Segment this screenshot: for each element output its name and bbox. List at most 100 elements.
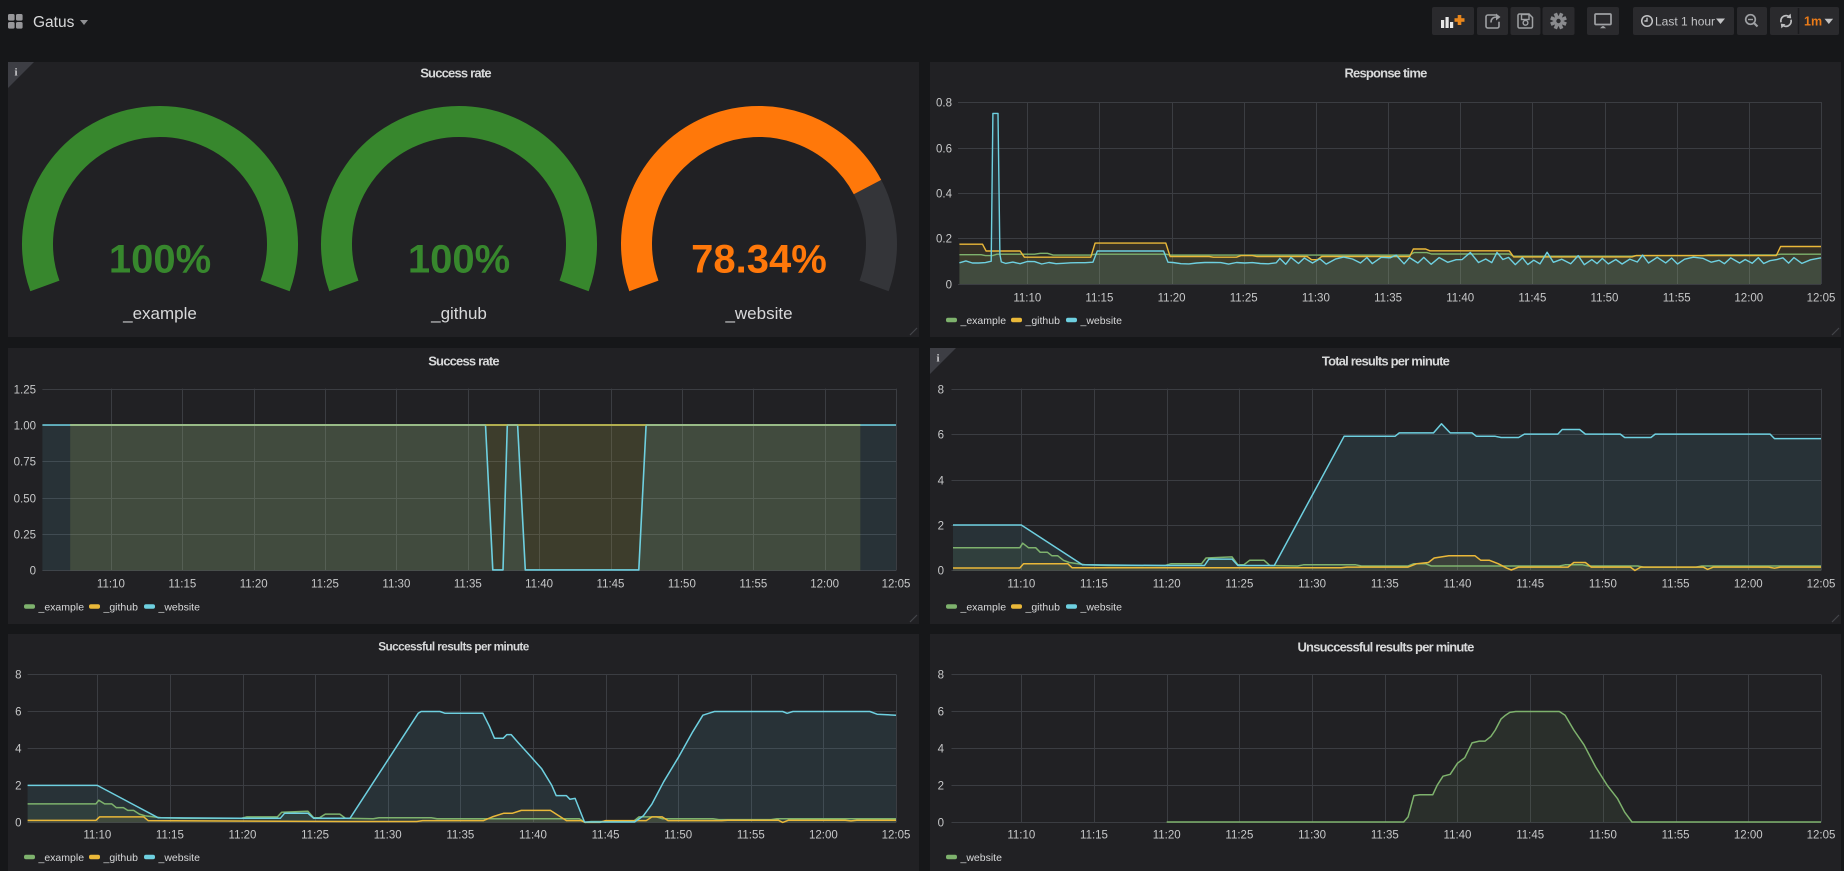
- svg-text:_github: _github: [430, 304, 487, 323]
- svg-text:0.6: 0.6: [936, 144, 952, 156]
- svg-text:11:55: 11:55: [1662, 579, 1690, 591]
- svg-text:_github: _github: [1025, 315, 1061, 327]
- svg-text:11:20: 11:20: [1158, 293, 1186, 305]
- svg-text:12:05: 12:05: [1807, 293, 1836, 305]
- svg-text:11:15: 11:15: [156, 830, 184, 842]
- svg-text:Total results per minute: Total results per minute: [1322, 354, 1450, 369]
- svg-text:12:00: 12:00: [1734, 579, 1763, 591]
- svg-text:1.00: 1.00: [14, 421, 36, 433]
- svg-text:12:00: 12:00: [1734, 293, 1763, 305]
- svg-text:12:00: 12:00: [1734, 830, 1763, 842]
- svg-text:0.25: 0.25: [14, 530, 36, 542]
- svg-text:1m: 1m: [1804, 15, 1822, 29]
- svg-text:11:40: 11:40: [1446, 293, 1474, 305]
- svg-text:0: 0: [938, 818, 944, 830]
- svg-text:11:30: 11:30: [1298, 830, 1326, 842]
- svg-text:12:05: 12:05: [1807, 579, 1836, 591]
- svg-text:_website: _website: [158, 852, 201, 864]
- svg-text:11:50: 11:50: [1589, 579, 1617, 591]
- svg-text:Success rate: Success rate: [428, 354, 499, 369]
- svg-text:8: 8: [938, 670, 944, 682]
- svg-text:11:30: 11:30: [1302, 293, 1330, 305]
- svg-text:11:25: 11:25: [1225, 830, 1253, 842]
- svg-text:11:35: 11:35: [446, 830, 474, 842]
- svg-text:11:35: 11:35: [1374, 293, 1402, 305]
- svg-text:11:10: 11:10: [1007, 579, 1035, 591]
- svg-text:_github: _github: [1025, 602, 1061, 614]
- svg-text:11:25: 11:25: [301, 830, 329, 842]
- svg-text:0: 0: [15, 818, 21, 830]
- svg-text:11:40: 11:40: [1444, 830, 1472, 842]
- svg-text:11:45: 11:45: [597, 579, 625, 591]
- svg-text:0.8: 0.8: [936, 98, 952, 110]
- svg-text:_example: _example: [122, 304, 197, 323]
- svg-text:11:20: 11:20: [1153, 830, 1181, 842]
- svg-text:6: 6: [15, 707, 21, 719]
- svg-text:0.50: 0.50: [14, 494, 36, 506]
- svg-text:11:50: 11:50: [1591, 293, 1619, 305]
- svg-text:_example: _example: [38, 602, 85, 614]
- svg-text:11:40: 11:40: [519, 830, 547, 842]
- svg-text:11:25: 11:25: [1230, 293, 1258, 305]
- svg-text:11:40: 11:40: [1444, 579, 1472, 591]
- svg-text:0: 0: [946, 280, 952, 292]
- svg-text:_website: _website: [724, 304, 792, 323]
- svg-text:Response time: Response time: [1344, 66, 1427, 81]
- svg-text:2: 2: [938, 781, 944, 793]
- svg-text:11:55: 11:55: [1662, 830, 1690, 842]
- svg-text:12:05: 12:05: [882, 579, 911, 591]
- svg-text:11:55: 11:55: [737, 830, 765, 842]
- svg-text:11:35: 11:35: [1371, 579, 1399, 591]
- svg-text:0: 0: [30, 566, 36, 578]
- svg-text:11:30: 11:30: [374, 830, 402, 842]
- svg-text:_example: _example: [960, 315, 1007, 327]
- svg-text:11:20: 11:20: [229, 830, 257, 842]
- svg-text:8: 8: [15, 670, 21, 682]
- svg-text:Gatus: Gatus: [33, 14, 75, 31]
- svg-text:11:15: 11:15: [168, 579, 196, 591]
- svg-text:11:10: 11:10: [97, 579, 125, 591]
- svg-text:11:10: 11:10: [1013, 293, 1041, 305]
- svg-text:4: 4: [938, 476, 945, 488]
- svg-text:11:10: 11:10: [1007, 830, 1035, 842]
- svg-text:11:45: 11:45: [1516, 579, 1544, 591]
- svg-text:11:10: 11:10: [83, 830, 111, 842]
- svg-text:100%: 100%: [408, 238, 510, 282]
- svg-text:11:35: 11:35: [454, 579, 482, 591]
- svg-text:11:20: 11:20: [1153, 579, 1181, 591]
- svg-text:100%: 100%: [109, 238, 211, 282]
- svg-text:_example: _example: [38, 852, 85, 864]
- svg-text:11:55: 11:55: [739, 579, 767, 591]
- svg-text:12:05: 12:05: [882, 830, 911, 842]
- svg-text:4: 4: [938, 744, 945, 756]
- svg-text:11:45: 11:45: [592, 830, 620, 842]
- svg-text:12:05: 12:05: [1807, 830, 1836, 842]
- svg-text:i: i: [15, 67, 18, 79]
- svg-text:11:50: 11:50: [668, 579, 696, 591]
- svg-text:Success rate: Success rate: [420, 66, 491, 81]
- svg-text:11:20: 11:20: [240, 579, 268, 591]
- svg-text:Successful results per minute: Successful results per minute: [378, 640, 529, 654]
- svg-text:0.75: 0.75: [14, 457, 36, 469]
- svg-text:4: 4: [15, 744, 22, 756]
- svg-text:11:15: 11:15: [1080, 579, 1108, 591]
- svg-text:11:55: 11:55: [1663, 293, 1691, 305]
- svg-text:8: 8: [938, 385, 944, 397]
- svg-text:11:30: 11:30: [1298, 579, 1326, 591]
- svg-text:_github: _github: [103, 602, 139, 614]
- svg-text:_website: _website: [1080, 602, 1123, 614]
- svg-text:12:00: 12:00: [809, 830, 838, 842]
- svg-text:_github: _github: [103, 852, 139, 864]
- svg-text:78.34%: 78.34%: [691, 238, 827, 282]
- svg-text:2: 2: [938, 521, 944, 533]
- svg-text:11:35: 11:35: [1371, 830, 1399, 842]
- svg-text:11:45: 11:45: [1518, 293, 1546, 305]
- svg-text:11:15: 11:15: [1080, 830, 1108, 842]
- svg-text:11:40: 11:40: [525, 579, 553, 591]
- svg-text:11:25: 11:25: [1225, 579, 1253, 591]
- svg-text:11:45: 11:45: [1516, 830, 1544, 842]
- svg-text:0.4: 0.4: [936, 189, 953, 201]
- svg-text:12:00: 12:00: [810, 579, 839, 591]
- svg-text:_website: _website: [158, 602, 201, 614]
- svg-text:1.25: 1.25: [14, 385, 36, 397]
